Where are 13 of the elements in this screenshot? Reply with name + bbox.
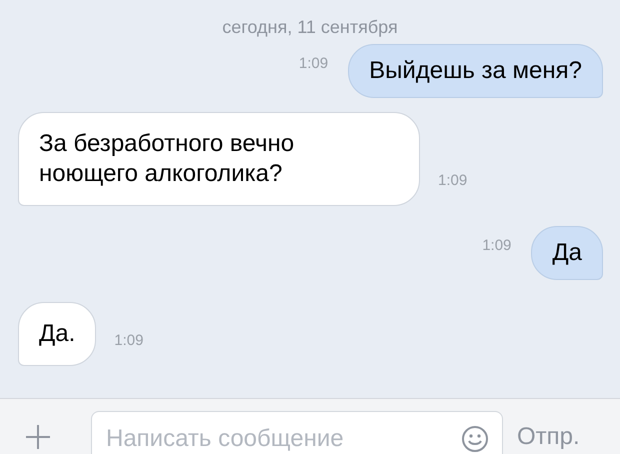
- smiley-icon[interactable]: [461, 425, 489, 453]
- incoming-message-bubble: Да.: [18, 302, 96, 366]
- date-header: сегодня, 11 сентября: [222, 16, 398, 39]
- message-input[interactable]: Написать сообщение: [91, 411, 503, 454]
- plus-icon[interactable]: [24, 423, 52, 451]
- outgoing-message-bubble: Да: [531, 226, 603, 280]
- message-time: 1:09: [114, 330, 144, 350]
- message-time: 1:09: [482, 236, 512, 256]
- outgoing-message-bubble: Выйдешь за меня?: [348, 44, 603, 98]
- send-button[interactable]: Отпр.: [517, 423, 580, 451]
- message-time: 1:09: [298, 54, 328, 74]
- message-time: 1:09: [438, 170, 468, 190]
- incoming-message-bubble: За безработного вечно ноющего алкоголика?: [18, 112, 420, 206]
